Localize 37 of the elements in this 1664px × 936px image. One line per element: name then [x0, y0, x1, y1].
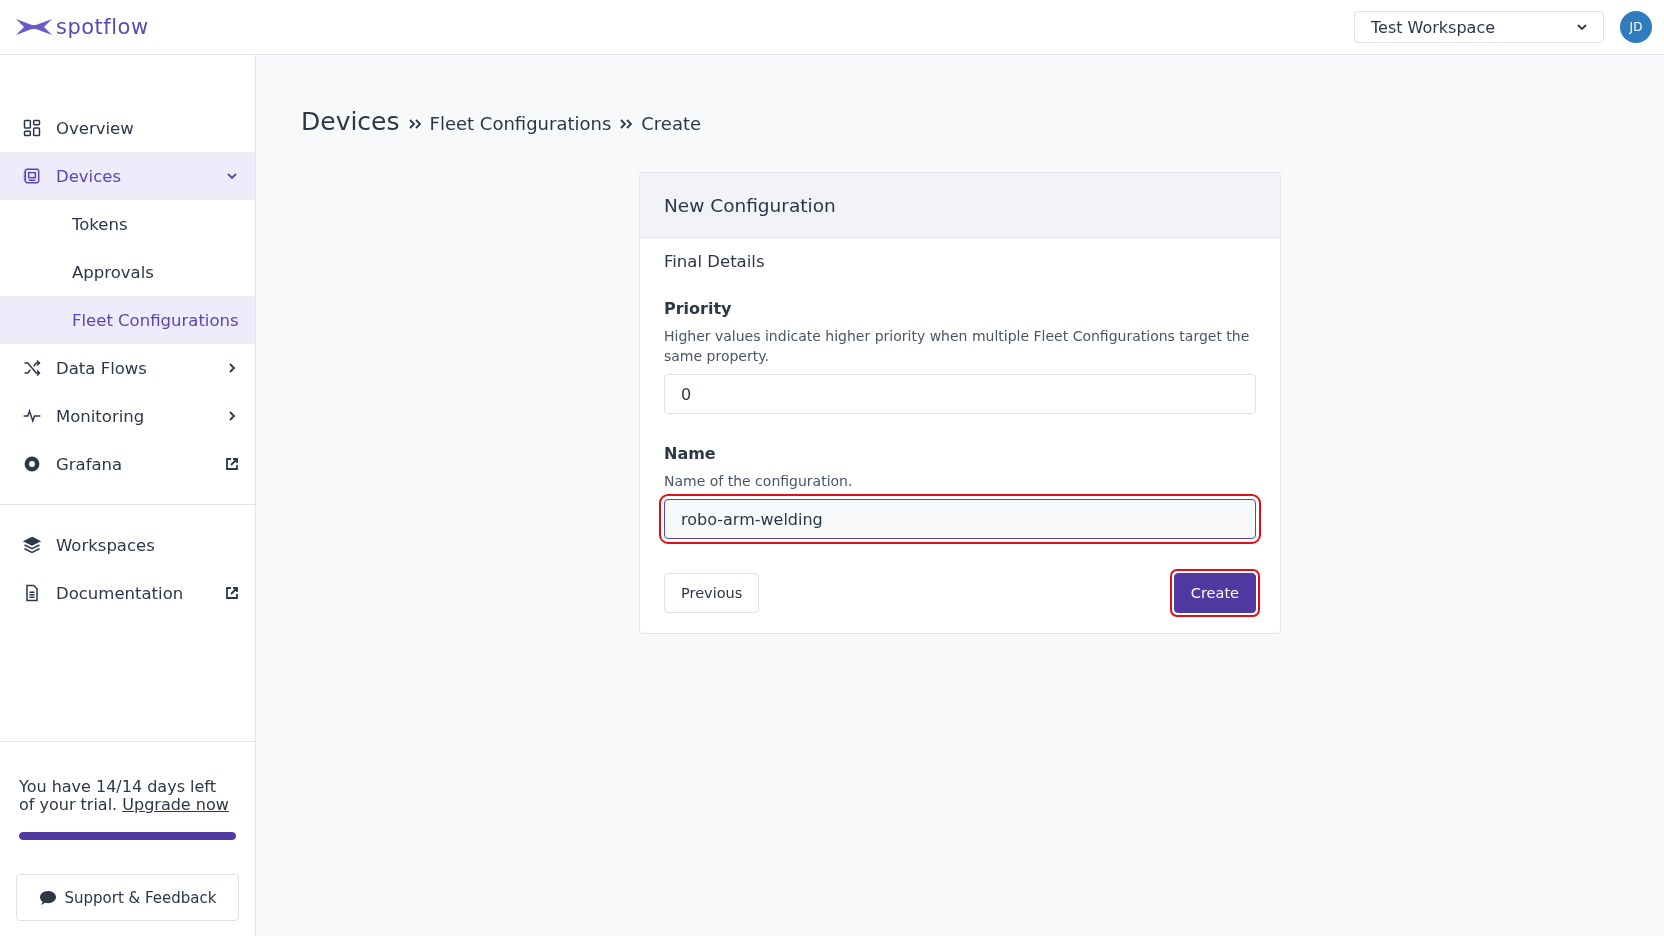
user-avatar[interactable]: JD	[1620, 11, 1652, 43]
field-help: Higher values indicate higher priority when multiple Fleet Configurations target the same property.	[664, 327, 1251, 366]
field-help: Name of the configuration.	[664, 472, 854, 491]
step-title: Final Details	[664, 252, 766, 271]
field-label: Name	[664, 444, 717, 463]
field-label: Priority	[664, 299, 733, 318]
nav-icon	[22, 118, 42, 138]
logo-text: spotflow	[56, 15, 149, 39]
breadcrumb-item[interactable]: Devices	[301, 107, 400, 136]
previous-button[interactable]: Previous	[664, 573, 760, 613]
sidebar-item[interactable]: Monitoring	[0, 392, 255, 440]
nav-icon	[22, 358, 42, 378]
double-chevron-icon	[619, 118, 634, 130]
logo-icon	[16, 17, 52, 37]
nav-icon	[22, 166, 42, 186]
workspace-selector[interactable]: Test Workspace	[1354, 11, 1604, 43]
breadcrumb-item[interactable]: Fleet Configurations	[429, 113, 612, 134]
chat-bubble-icon	[38, 889, 57, 906]
sidebar-item[interactable]: Fleet Configurations	[0, 296, 255, 344]
sidebar-item[interactable]: Data Flows	[0, 344, 255, 392]
sidebar-item[interactable]: Tokens	[0, 200, 255, 248]
sidebar-item[interactable]: Approvals	[0, 248, 255, 296]
nav-icon	[22, 454, 42, 474]
sidebar-item[interactable]: Workspaces	[0, 521, 255, 569]
nav-icon	[22, 535, 42, 555]
input-field[interactable]: 0	[664, 374, 1256, 414]
sidebar-item[interactable]: Grafana	[0, 440, 255, 488]
create-button[interactable]: Create	[1173, 573, 1256, 613]
trial-notice: You have 14/14 days left of your trial. Upgrade now	[19, 778, 230, 814]
support-button[interactable]: Support & Feedback	[16, 874, 239, 921]
sidebar-item[interactable]: Documentation	[0, 569, 255, 617]
sidebar-item[interactable]: Devices	[0, 152, 255, 200]
card-title: New Configuration	[664, 194, 836, 216]
upgrade-link[interactable]: Upgrade now	[122, 795, 229, 814]
breadcrumb-item: Create	[641, 113, 702, 134]
sidebar-item[interactable]: Overview	[0, 104, 255, 152]
double-chevron-icon	[407, 118, 422, 130]
